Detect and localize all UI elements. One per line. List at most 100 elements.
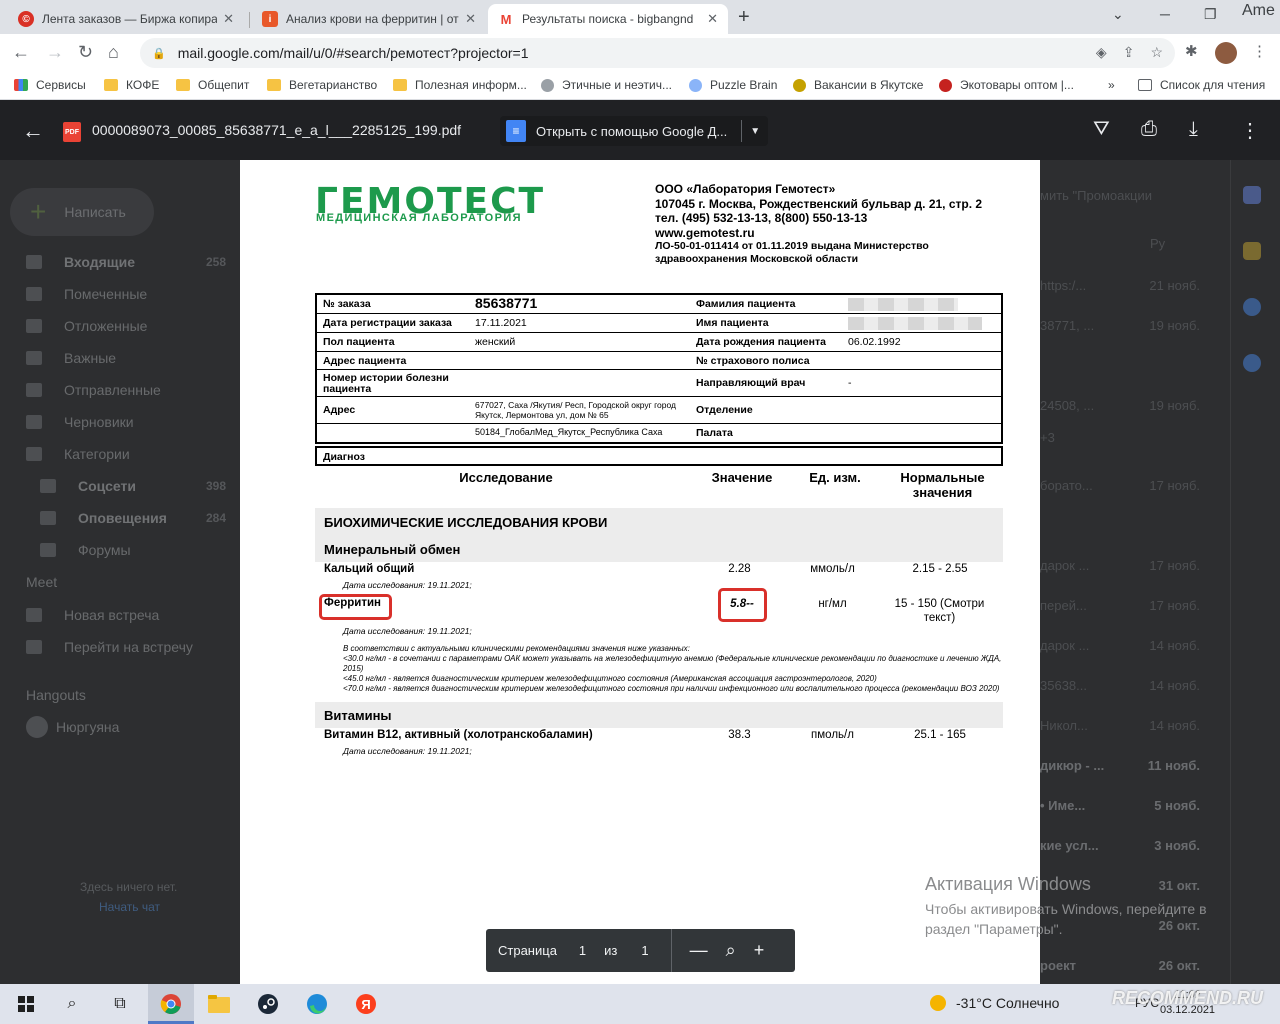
star-icon[interactable]: ☆: [1150, 44, 1163, 61]
back-arrow-icon[interactable]: ←: [22, 118, 44, 144]
sidebar-item-snoozed[interactable]: Отложенные: [26, 318, 147, 334]
email-list-item[interactable]: дикюр - ... 11 нояб.: [1040, 758, 1200, 773]
share-icon[interactable]: ⇪: [1123, 44, 1135, 61]
new-tab-icon[interactable]: +: [738, 6, 750, 29]
bookmark-item[interactable]: Вакансии в Якутске: [793, 78, 923, 92]
compose-button[interactable]: + Написать: [10, 188, 154, 236]
bookmark-item[interactable]: Сервисы: [14, 78, 86, 92]
browser-tab-2[interactable]: i Анализ крови на ферритин | отзывы ✕: [252, 4, 486, 34]
sidebar-item-sent[interactable]: Отправленные: [26, 382, 161, 398]
email-list-item[interactable]: кие усл... 3 нояб.: [1040, 838, 1200, 853]
extensions-icon[interactable]: ✱: [1185, 42, 1198, 60]
chevron-down-icon[interactable]: ▼: [750, 126, 760, 137]
meet-new[interactable]: Новая встреча: [26, 607, 159, 623]
email-list-item[interactable]: 24508, ... 19 нояб.: [1040, 398, 1200, 413]
keyboard-icon: [26, 640, 42, 654]
browser-tab-1[interactable]: © Лента заказов — Биржа копирайтинга ✕: [8, 4, 244, 34]
bookmark-item[interactable]: Вегетарианство: [267, 78, 377, 92]
sidebar-item-important[interactable]: Важные: [26, 350, 116, 366]
sidebar-item-social[interactable]: Соцсети 398: [40, 478, 226, 494]
open-with-button[interactable]: ≡ Открыть с помощью Google Д... ▼: [500, 116, 768, 146]
yandex-browser-icon[interactable]: Я: [354, 992, 378, 1016]
bookmark-item[interactable]: Puzzle Brain: [689, 78, 777, 92]
reload-icon[interactable]: ↻: [78, 42, 93, 63]
email-list-item[interactable]: +3: [1040, 430, 1200, 445]
hangouts-user[interactable]: Нюргуяна: [26, 716, 119, 738]
restore-icon[interactable]: ❐: [1204, 6, 1217, 23]
tasks-icon[interactable]: [1243, 298, 1261, 316]
sidebar-item-forums[interactable]: Форумы: [40, 542, 131, 558]
email-list-item[interactable]: https:/... 21 нояб.: [1040, 278, 1200, 293]
back-icon[interactable]: ←: [12, 42, 30, 63]
avatar[interactable]: [1215, 42, 1237, 64]
start-chat-link[interactable]: Начать чат: [99, 900, 160, 914]
minimize-icon[interactable]: ─: [1160, 6, 1170, 22]
lab-contact-block: ООО «Лаборатория Гемотест» 107045 г. Мос…: [655, 182, 982, 265]
file-explorer-icon[interactable]: [207, 992, 231, 1016]
zoom-icon[interactable]: ⌕: [726, 940, 736, 961]
sidebar-item-starred[interactable]: Помеченные: [26, 286, 147, 302]
zoom-in-icon[interactable]: +: [754, 940, 765, 961]
tab-search-icon[interactable]: ⌄: [1112, 6, 1124, 23]
home-icon[interactable]: ⌂: [108, 42, 119, 63]
people-icon: [40, 479, 56, 493]
zoom-out-icon[interactable]: —: [690, 940, 708, 961]
sidebar-item-categories[interactable]: Категории: [26, 446, 130, 462]
email-list-item[interactable]: роект 26 окт.: [1040, 958, 1200, 973]
sidebar-item-updates[interactable]: Оповещения 284: [40, 510, 226, 526]
info-icon: [40, 511, 56, 525]
reading-list[interactable]: Список для чтения: [1138, 78, 1265, 92]
keep-icon[interactable]: [1243, 242, 1261, 260]
url-text: mail.google.com/mail/u/0/#search/ремотес…: [177, 45, 529, 61]
gmail-icon: M: [498, 11, 514, 27]
current-page[interactable]: 1: [579, 943, 586, 958]
sort-dropdown[interactable]: Ру: [1150, 236, 1200, 251]
steam-icon[interactable]: [256, 992, 280, 1016]
email-list-item[interactable]: Никол... 14 нояб.: [1040, 718, 1200, 733]
email-list-item[interactable]: дарок ... 17 нояб.: [1040, 558, 1200, 573]
bookmark-item[interactable]: Общепит: [176, 78, 249, 92]
email-list-item[interactable]: 35638... 14 нояб.: [1040, 678, 1200, 693]
folder-icon: [176, 79, 190, 91]
add-to-drive-icon[interactable]: ⛛: [1093, 118, 1110, 141]
more-options-icon[interactable]: ⋮: [1240, 118, 1260, 143]
windows-start-icon[interactable]: [14, 992, 38, 1016]
download-icon[interactable]: ⤓: [1189, 118, 1198, 141]
weather-widget[interactable]: -31°C Солнечно: [930, 995, 1059, 1011]
bookmark-item[interactable]: Этичные и неэтич...: [541, 78, 672, 92]
browser-tab-3[interactable]: M Результаты поиска - bigbangnd ✕: [488, 4, 728, 34]
email-list-item[interactable]: борато... 17 нояб.: [1040, 478, 1200, 493]
edge-icon[interactable]: [305, 992, 329, 1016]
bookmark-item[interactable]: КОФЕ: [104, 78, 159, 92]
video-icon: [26, 608, 42, 622]
close-tab-icon[interactable]: ✕: [465, 11, 476, 27]
chrome-icon[interactable]: [159, 992, 183, 1016]
sidebar-item-drafts[interactable]: Черновики: [26, 414, 134, 430]
page-controls: Страница 1 из 1 — ⌕ +: [486, 929, 795, 972]
task-view-icon[interactable]: ⧉: [108, 992, 132, 1016]
side-panel: [1230, 160, 1280, 984]
email-list-item[interactable]: • Име... 5 нояб.: [1040, 798, 1200, 813]
forward-icon[interactable]: →: [46, 42, 64, 63]
contacts-icon[interactable]: [1243, 354, 1261, 372]
bookmarks-overflow[interactable]: »: [1108, 78, 1115, 92]
calendar-icon[interactable]: [1243, 186, 1261, 204]
eye-icon[interactable]: ◈: [1096, 44, 1107, 61]
email-list-item[interactable]: 38771, ... 19 нояб.: [1040, 318, 1200, 333]
search-icon[interactable]: ⌕: [60, 992, 84, 1016]
copyright-icon: ©: [18, 11, 34, 27]
email-list-item[interactable]: перей... 17 нояб.: [1040, 598, 1200, 613]
email-list-item[interactable]: дарок ... 14 нояб.: [1040, 638, 1200, 653]
print-icon[interactable]: ⎙: [1141, 118, 1157, 141]
close-tab-icon[interactable]: ✕: [223, 11, 234, 27]
menu-icon[interactable]: ⋮: [1252, 42, 1267, 60]
promo-banner[interactable]: мить "Промоакции: [1040, 188, 1200, 203]
meet-join[interactable]: Перейти на встречу: [26, 639, 193, 655]
ferritin-highlight: [319, 594, 392, 620]
sidebar-item-inbox[interactable]: Входящие 258: [26, 254, 226, 270]
bookmark-item[interactable]: Экотовары оптом |...: [939, 78, 1074, 92]
site-watermark: RECOMMEND.RU: [1112, 988, 1263, 1008]
url-field[interactable]: 🔒 mail.google.com/mail/u/0/#search/ремот…: [140, 38, 1175, 68]
close-tab-icon[interactable]: ✕: [707, 11, 718, 27]
bookmark-item[interactable]: Полезная информ...: [393, 78, 527, 92]
